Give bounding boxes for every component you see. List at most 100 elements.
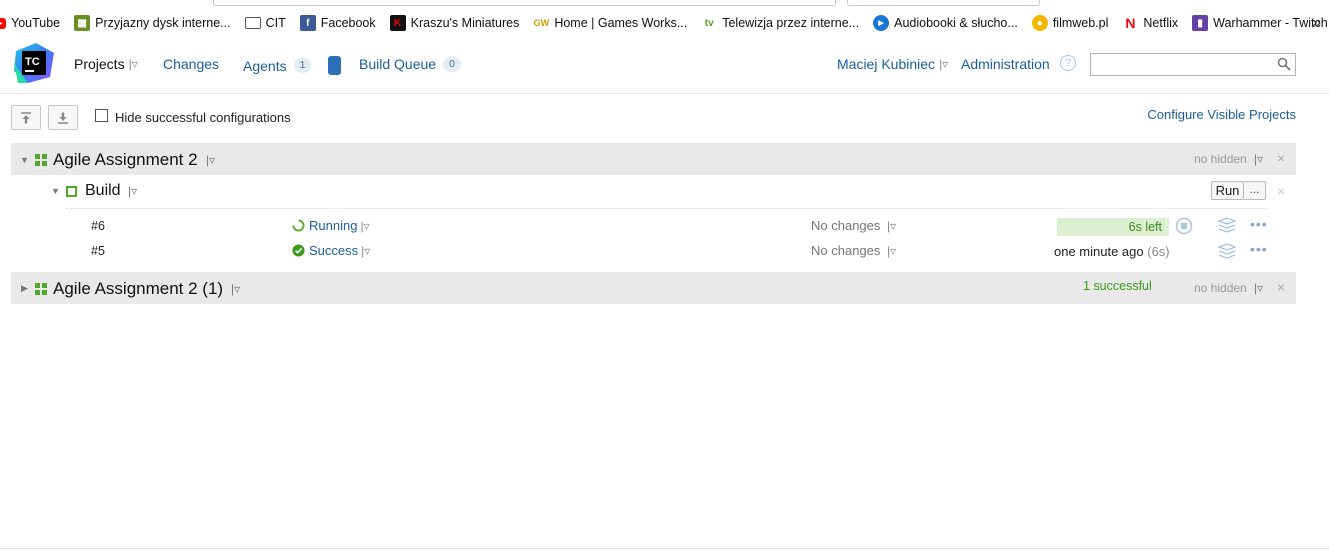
nav-agents[interactable]: Agents 1: [243, 56, 342, 75]
browser-top-strip: [0, 0, 1329, 8]
bookmark-facebook[interactable]: f Facebook: [299, 15, 376, 31]
user-menu[interactable]: Maciej Kubiniec |▿: [837, 56, 948, 72]
bookmark-label: Przyjazny dysk interne...: [95, 16, 231, 30]
play-icon: ▶: [873, 15, 890, 31]
youtube-icon: ▶: [0, 17, 6, 29]
bookmark-cit[interactable]: CIT: [244, 16, 286, 30]
bookmark-youtube[interactable]: ▶ YouTube: [0, 16, 60, 30]
bookmarks-overflow-icon[interactable]: »: [1312, 10, 1321, 36]
bookmark-filmweb[interactable]: ● filmweb.pl: [1031, 15, 1108, 31]
tv-icon: tv: [701, 15, 718, 31]
chevron-down-icon[interactable]: |▿: [361, 244, 370, 258]
build-changes-label: No changes: [811, 243, 881, 258]
bookmark-netflix[interactable]: N Netflix: [1122, 15, 1178, 31]
search-input[interactable]: [1091, 54, 1271, 75]
chevron-down-icon[interactable]: |▿: [206, 153, 215, 167]
gw-icon: GW: [533, 15, 550, 31]
logo-text: TC: [25, 56, 40, 68]
agent-status-icon[interactable]: [328, 56, 342, 75]
teamcity-logo[interactable]: TC: [14, 43, 54, 83]
close-icon[interactable]: ×: [1277, 279, 1285, 295]
no-hidden-label[interactable]: no hidden: [1194, 281, 1247, 295]
no-hidden-label[interactable]: no hidden: [1194, 152, 1247, 166]
build-duration: (6s): [1147, 244, 1170, 259]
chevron-down-icon[interactable]: |▿: [939, 57, 948, 71]
bookmark-kraszu[interactable]: K Kraszu's Miniatures: [389, 15, 520, 31]
nav-build-queue[interactable]: Build Queue 0: [359, 56, 461, 72]
bookmarks-bar: ▶ YouTube ▦ Przyjazny dysk interne... CI…: [0, 10, 1329, 36]
chevron-down-icon[interactable]: |▿: [360, 219, 369, 233]
project-summary[interactable]: 1 successful: [1083, 279, 1152, 293]
nav-administration-label: Administration: [961, 56, 1050, 72]
build-progress-bar: 6s left: [1057, 218, 1169, 236]
build-status[interactable]: Success |▿: [292, 243, 370, 258]
close-icon[interactable]: ×: [1277, 150, 1285, 166]
agents-count-badge: 1: [293, 58, 312, 73]
build-finish-time: one minute ago (6s): [1054, 244, 1170, 259]
build-changes[interactable]: No changes |▿: [811, 218, 896, 233]
expand-all-button[interactable]: [48, 105, 78, 130]
bookmark-label: Netflix: [1143, 16, 1179, 30]
bookmark-label: Telewizja przez interne...: [722, 16, 860, 30]
bookmark-label: Audiobooki & słucho...: [894, 16, 1018, 30]
build-log-icon[interactable]: [1218, 217, 1236, 233]
build-number[interactable]: #5: [91, 244, 105, 258]
chevron-down-icon[interactable]: |▿: [887, 244, 896, 258]
configure-visible-projects-link[interactable]: Configure Visible Projects: [1147, 107, 1296, 122]
project-name[interactable]: Agile Assignment 2: [53, 150, 198, 170]
nav-changes-label: Changes: [163, 56, 220, 72]
nav-administration[interactable]: Administration: [961, 56, 1050, 72]
chevron-down-icon[interactable]: |▿: [231, 282, 240, 296]
more-actions-icon[interactable]: •••: [1250, 216, 1268, 232]
build-status-label: Success: [309, 243, 359, 258]
run-options-button[interactable]: ...: [1244, 181, 1266, 200]
bookmark-label: Facebook: [320, 16, 376, 30]
build-config-icon: [66, 186, 77, 197]
bookmark-drive[interactable]: ▦ Przyjazny dysk interne...: [74, 15, 231, 31]
run-button[interactable]: Run: [1211, 181, 1244, 200]
bookmark-label: YouTube: [11, 16, 61, 30]
bookmark-label: Kraszu's Miniatures: [410, 16, 520, 30]
search-icon[interactable]: [1277, 57, 1291, 71]
close-icon[interactable]: ×: [1277, 183, 1285, 199]
bookmark-audiobooki[interactable]: ▶ Audiobooki & słucho...: [873, 15, 1018, 31]
project-row: ▶ Agile Assignment 2 (1) |▿ 1 successful…: [11, 272, 1296, 304]
project-icon: [35, 283, 47, 295]
nav-changes[interactable]: Changes: [163, 56, 219, 72]
search-box[interactable]: [1090, 53, 1296, 76]
bookmark-label: Warhammer - Twitch: [1213, 16, 1328, 30]
chevron-down-icon[interactable]: |▿: [887, 219, 896, 233]
divider: [66, 208, 1266, 209]
stop-build-icon[interactable]: [1175, 217, 1193, 235]
build-number[interactable]: #6: [91, 219, 105, 233]
address-bar[interactable]: [213, 0, 836, 6]
help-icon[interactable]: ?: [1060, 55, 1076, 71]
collapsed-triangle-icon[interactable]: ▶: [21, 283, 28, 294]
browser-search-bar[interactable]: [847, 0, 1040, 6]
bookmark-label: CIT: [265, 16, 286, 30]
collapse-all-button[interactable]: [11, 105, 41, 130]
netflix-icon: N: [1122, 15, 1139, 31]
success-check-icon: [292, 244, 305, 257]
queue-count-badge: 0: [443, 56, 461, 72]
build-changes[interactable]: No changes |▿: [811, 243, 896, 258]
build-log-icon[interactable]: [1218, 243, 1236, 259]
nav-build-queue-label: Build Queue: [359, 56, 437, 72]
bookmark-telewizja[interactable]: tv Telewizja przez interne...: [701, 15, 859, 31]
expand-triangle-icon[interactable]: ▼: [51, 186, 60, 196]
expand-triangle-icon[interactable]: ▼: [20, 155, 29, 165]
hide-successful-label[interactable]: Hide successful configurations: [115, 110, 291, 125]
more-actions-icon[interactable]: •••: [1250, 241, 1268, 257]
chevron-down-icon[interactable]: |▿: [1254, 152, 1263, 166]
bookmark-games-workshop[interactable]: GW Home | Games Works...: [533, 15, 687, 31]
chevron-down-icon[interactable]: |▿: [1254, 281, 1263, 295]
bookmark-label: Home | Games Works...: [554, 16, 688, 30]
bookmark-twitch[interactable]: ▮ Warhammer - Twitch: [1192, 15, 1328, 31]
nav-projects[interactable]: Projects |▿: [74, 56, 138, 72]
project-name[interactable]: Agile Assignment 2 (1): [53, 279, 223, 299]
build-status[interactable]: Running |▿: [292, 218, 370, 233]
hide-successful-checkbox[interactable]: [95, 109, 108, 122]
build-config-name[interactable]: Build: [85, 182, 121, 200]
chevron-down-icon[interactable]: |▿: [128, 184, 137, 198]
chevron-down-icon[interactable]: |▿: [129, 57, 138, 71]
